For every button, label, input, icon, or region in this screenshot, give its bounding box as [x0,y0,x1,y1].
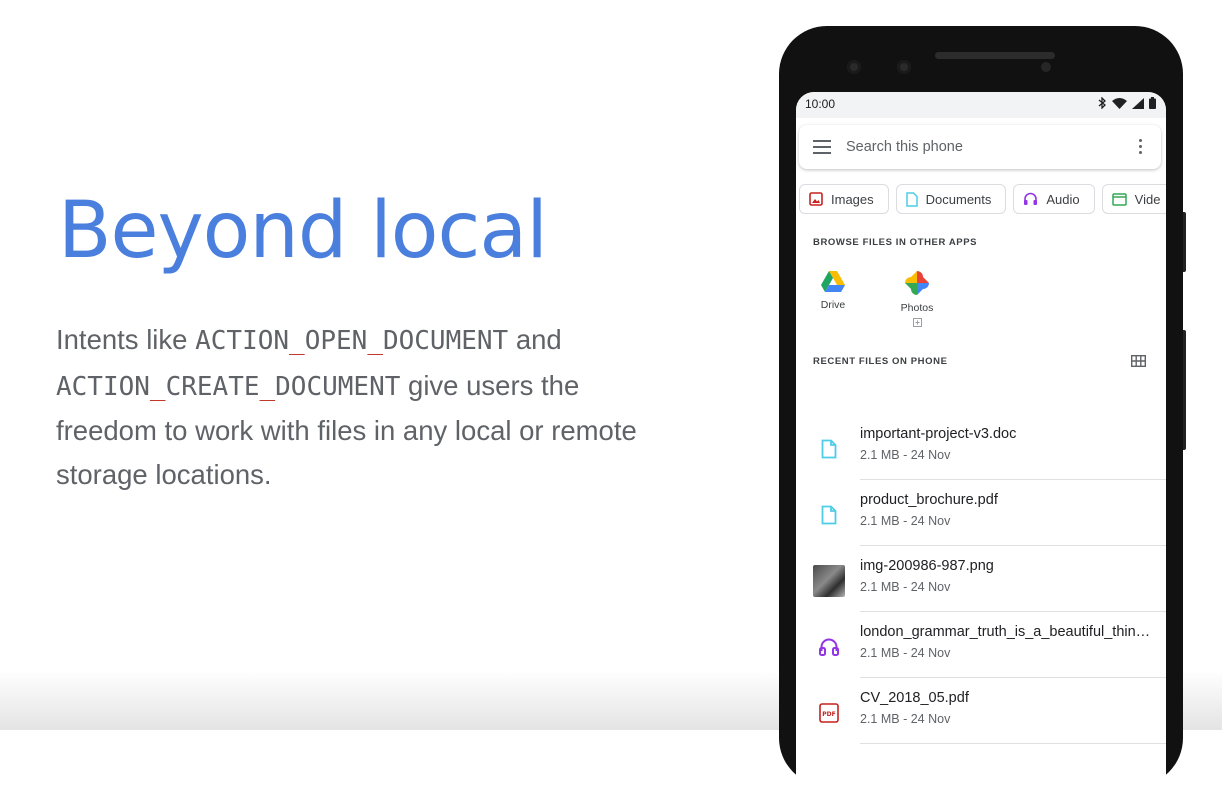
file-name: img-200986-987.png [860,558,994,574]
drive-icon [821,271,845,292]
photos-icon [905,271,929,295]
file-row[interactable]: important-project-v3.doc 2.1 MB - 24 Nov [796,414,1166,480]
hamburger-menu-icon[interactable] [813,140,831,158]
more-options-icon[interactable] [1139,139,1143,157]
file-name: london_grammar_truth_is_a_beautiful_thin… [860,624,1151,640]
earpiece-speaker [935,52,1055,59]
file-name: product_brochure.pdf [860,492,998,508]
category-chips: Images Documents Audio Vide [799,184,1166,214]
image-thumbnail [813,565,845,597]
file-meta: 2.1 MB - 24 Nov [860,448,951,462]
document-icon [821,439,837,459]
file-row[interactable]: img-200986-987.png 2.1 MB - 24 Nov [796,546,1166,612]
headphones-icon [819,638,839,656]
front-camera-icon [847,60,861,74]
slide-body: Intents like ACTION_OPEN_DOCUMENT and AC… [56,318,716,496]
app-photos[interactable]: Photos [887,270,947,327]
pdf-icon: PDF [819,703,839,723]
browse-section-label: BROWSE FILES IN OTHER APPS [813,237,978,248]
file-meta: 2.1 MB - 24 Nov [860,646,951,660]
document-icon [905,191,918,207]
intent-action-create-document: ACTION_CREATE_DOCUMENT [56,371,401,402]
search-input[interactable]: Search this phone [846,139,963,155]
status-time: 10:00 [805,97,836,111]
bluetooth-icon [1098,97,1106,109]
battery-icon [1149,97,1156,109]
intent-action-open-document: ACTION_OPEN_DOCUMENT [195,326,509,356]
chip-audio[interactable]: Audio [1013,184,1095,214]
file-meta: 2.1 MB - 24 Nov [860,514,951,528]
chip-documents[interactable]: Documents [895,184,1007,214]
phone-screen: 10:00 Search this phone Images Documents [796,92,1166,792]
recent-section-label: RECENT FILES ON PHONE [813,356,948,367]
body-suffix: give users the [400,369,580,401]
proximity-sensor [1041,62,1051,72]
body-and: and [508,324,562,355]
chip-images[interactable]: Images [799,184,889,214]
video-icon [1111,192,1127,206]
svg-text:PDF: PDF [822,711,835,718]
chip-videos[interactable]: Vide [1101,184,1166,214]
file-meta: 2.1 MB - 24 Nov [860,580,951,594]
file-meta: 2.1 MB - 24 Nov [860,712,951,726]
document-icon [821,505,837,525]
file-name: CV_2018_05.pdf [860,690,969,706]
grid-view-icon[interactable] [1131,355,1146,367]
file-row[interactable]: PDF CV_2018_05.pdf 2.1 MB - 24 Nov [796,678,1166,744]
file-name: important-project-v3.doc [860,426,1017,442]
phone-frame: 10:00 Search this phone Images Documents [779,26,1183,792]
slide-title: Beyond local [58,186,548,276]
headphones-icon [1024,192,1038,205]
search-bar[interactable]: Search this phone [799,125,1161,169]
wifi-icon [1112,97,1127,109]
signal-icon [1132,97,1144,109]
front-camera-icon [897,60,911,74]
file-row[interactable]: product_brochure.pdf 2.1 MB - 24 Nov [796,480,1166,546]
body-line-4: storage locations. [56,458,272,490]
shared-badge-icon [912,318,922,327]
file-row[interactable]: london_grammar_truth_is_a_beautiful_thin… [796,612,1166,678]
status-bar: 10:00 [796,92,1166,118]
body-prefix: Intents like [56,324,196,355]
body-line-3: freedom to work with files in any local … [56,415,637,446]
app-drive[interactable]: Drive [803,270,863,311]
image-icon [809,192,823,206]
